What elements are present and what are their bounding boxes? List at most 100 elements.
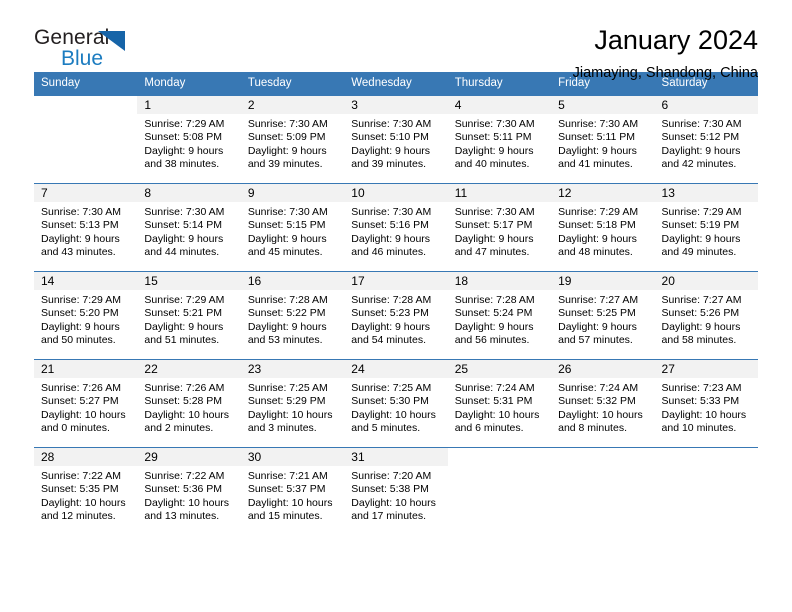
daylight-duration-line2: and 44 minutes. — [144, 246, 220, 259]
calendar-day-cell[interactable]: 17 Sunrise: 7:28 AM Sunset: 5:23 PM Dayligh… — [344, 271, 448, 359]
calendar-day-cell[interactable]: 27 Sunrise: 7:23 AM Sunset: 5:33 PM Dayligh… — [654, 359, 758, 447]
calendar-day-cell[interactable]: 12 Sunrise: 7:29 AM Sunset: 5:18 PM Dayligh… — [551, 183, 655, 271]
day-details: Sunrise: 7:30 AM Sunset: 5:11 PM Daylight:… — [448, 114, 551, 172]
calendar-day-cell[interactable]: 15 Sunrise: 7:29 AM Sunset: 5:21 PM Dayligh… — [137, 271, 241, 359]
day-details: Sunrise: 7:24 AM Sunset: 5:31 PM Daylight:… — [448, 378, 551, 436]
day-details: Sunrise: 7:21 AM Sunset: 5:37 PM Daylight:… — [241, 466, 344, 524]
daylight-duration-line1: Daylight: 9 hours — [454, 232, 534, 245]
calendar-day-cell[interactable]: 8 Sunrise: 7:30 AM Sunset: 5:14 PM Daylight… — [137, 183, 241, 271]
day-number: 19 — [551, 272, 655, 290]
daylight-duration-line2: and 43 minutes. — [41, 246, 116, 259]
calendar-day-cell[interactable]: 2 Sunrise: 7:30 AM Sunset: 5:09 PM Daylight… — [240, 95, 345, 183]
sunrise-time: Sunrise: 7:29 AM — [558, 206, 639, 218]
day-number: 25 — [447, 360, 552, 378]
calendar-day-cell[interactable]: 22 Sunrise: 7:26 AM Sunset: 5:28 PM Dayligh… — [137, 359, 241, 447]
daylight-duration-line2: and 56 minutes. — [454, 334, 530, 347]
calendar-day-cell[interactable]: 6 Sunrise: 7:30 AM Sunset: 5:12 PM Daylight… — [654, 95, 758, 183]
sunset-time: Sunset: 5:13 PM — [41, 219, 119, 232]
calendar-day-cell[interactable]: 5 Sunrise: 7:30 AM Sunset: 5:11 PM Daylight… — [551, 95, 655, 183]
sunset-time: Sunset: 5:37 PM — [247, 483, 326, 496]
sunset-time: Sunset: 5:35 PM — [41, 483, 119, 496]
daylight-duration-line2: and 15 minutes. — [247, 510, 323, 523]
daylight-duration-line1: Daylight: 10 hours — [351, 496, 436, 509]
calendar-day-cell[interactable]: 9 Sunrise: 7:30 AM Sunset: 5:15 PM Daylight… — [240, 183, 345, 271]
daylight-duration-line1: Daylight: 9 hours — [661, 144, 741, 157]
sunrise-time: Sunrise: 7:29 AM — [144, 294, 225, 306]
day-number: 18 — [447, 272, 552, 290]
daylight-duration-line2: and 50 minutes. — [41, 334, 116, 347]
calendar-cell: 6 Sunrise: 7:30 AM Sunset: 5:12 PM Daylight… — [654, 95, 758, 183]
calendar-cell: 10 Sunrise: 7:30 AM Sunset: 5:16 PM Dayligh… — [344, 183, 448, 271]
calendar-day-cell[interactable]: 24 Sunrise: 7:25 AM Sunset: 5:30 PM Dayligh… — [344, 359, 448, 447]
calendar-cell: 9 Sunrise: 7:30 AM Sunset: 5:15 PM Daylight… — [240, 183, 345, 271]
day-details: Sunrise: 7:30 AM Sunset: 5:15 PM Daylight:… — [241, 202, 344, 260]
day-details: Sunrise: 7:28 AM Sunset: 5:23 PM Daylight:… — [344, 290, 447, 348]
calendar-day-cell[interactable]: 16 Sunrise: 7:28 AM Sunset: 5:22 PM Dayligh… — [240, 271, 345, 359]
daylight-duration-line2: and 53 minutes. — [247, 334, 323, 347]
daylight-duration-line1: Daylight: 10 hours — [351, 408, 436, 421]
day-number — [34, 96, 137, 114]
day-details: Sunrise: 7:30 AM Sunset: 5:10 PM Daylight:… — [344, 114, 447, 172]
sunrise-time: Sunrise: 7:30 AM — [558, 118, 639, 130]
calendar-day-cell[interactable]: 7 Sunrise: 7:30 AM Sunset: 5:13 PM Daylight… — [34, 183, 138, 271]
sunset-time: Sunset: 5:31 PM — [454, 395, 533, 408]
calendar-cell-empty — [551, 447, 655, 535]
sunset-time: Sunset: 5:18 PM — [558, 219, 636, 232]
daylight-duration-line1: Daylight: 9 hours — [351, 320, 431, 333]
calendar-day-cell[interactable]: 29 Sunrise: 7:22 AM Sunset: 5:36 PM Dayligh… — [137, 447, 241, 535]
day-number: 5 — [551, 96, 655, 114]
sunrise-time: Sunrise: 7:24 AM — [454, 382, 535, 394]
calendar-day-cell[interactable]: 19 Sunrise: 7:27 AM Sunset: 5:25 PM Dayligh… — [551, 271, 655, 359]
sunset-time: Sunset: 5:33 PM — [661, 395, 740, 408]
calendar-day-cell[interactable]: 18 Sunrise: 7:28 AM Sunset: 5:24 PM Dayligh… — [447, 271, 552, 359]
calendar-day-cell[interactable]: 23 Sunrise: 7:25 AM Sunset: 5:29 PM Dayligh… — [240, 359, 345, 447]
day-number: 10 — [344, 184, 448, 202]
calendar-day-cell[interactable]: 13 Sunrise: 7:29 AM Sunset: 5:19 PM Dayligh… — [654, 183, 758, 271]
sunrise-time: Sunrise: 7:20 AM — [351, 470, 432, 482]
sunset-time: Sunset: 5:30 PM — [351, 395, 429, 408]
sunrise-time: Sunrise: 7:30 AM — [247, 206, 328, 218]
day-number: 16 — [240, 272, 345, 290]
calendar-day-cell[interactable]: 10 Sunrise: 7:30 AM Sunset: 5:16 PM Dayligh… — [344, 183, 448, 271]
day-number: 11 — [447, 184, 552, 202]
calendar-day-cell[interactable]: 3 Sunrise: 7:30 AM Sunset: 5:10 PM Daylight… — [344, 95, 448, 183]
calendar-day-cell[interactable]: 11 Sunrise: 7:30 AM Sunset: 5:17 PM Dayligh… — [447, 183, 552, 271]
sunset-time: Sunset: 5:28 PM — [144, 395, 223, 408]
sunset-time: Sunset: 5:22 PM — [247, 307, 326, 320]
calendar-day-cell[interactable]: 20 Sunrise: 7:27 AM Sunset: 5:26 PM Dayligh… — [654, 271, 758, 359]
calendar-day-cell[interactable]: 4 Sunrise: 7:30 AM Sunset: 5:11 PM Daylight… — [447, 95, 552, 183]
sunset-time: Sunset: 5:29 PM — [247, 395, 326, 408]
calendar-day-cell[interactable]: 30 Sunrise: 7:21 AM Sunset: 5:37 PM Dayligh… — [240, 447, 345, 535]
calendar-cell: 8 Sunrise: 7:30 AM Sunset: 5:14 PM Daylight… — [137, 183, 241, 271]
sunset-time: Sunset: 5:12 PM — [661, 131, 740, 144]
calendar-day-cell[interactable]: 26 Sunrise: 7:24 AM Sunset: 5:32 PM Dayligh… — [551, 359, 655, 447]
general-blue-logo: General Blue — [34, 26, 164, 74]
sunrise-time: Sunrise: 7:25 AM — [351, 382, 432, 394]
daylight-duration-line1: Daylight: 10 hours — [144, 408, 230, 421]
day-details: Sunrise: 7:27 AM Sunset: 5:25 PM Daylight:… — [551, 290, 654, 348]
daylight-duration-line2: and 2 minutes. — [144, 422, 214, 435]
day-number: 21 — [34, 360, 138, 378]
calendar-day-cell[interactable]: 1 Sunrise: 7:29 AM Sunset: 5:08 PM Daylight… — [137, 95, 241, 183]
calendar-day-cell[interactable]: 28 Sunrise: 7:22 AM Sunset: 5:35 PM Dayligh… — [34, 447, 138, 535]
calendar-cell: 20 Sunrise: 7:27 AM Sunset: 5:26 PM Dayligh… — [654, 271, 758, 359]
calendar-cell-empty — [654, 447, 758, 535]
calendar-day-cell[interactable]: 21 Sunrise: 7:26 AM Sunset: 5:27 PM Dayligh… — [34, 359, 138, 447]
day-details: Sunrise: 7:30 AM Sunset: 5:17 PM Daylight:… — [448, 202, 551, 260]
calendar-day-cell[interactable]: 31 Sunrise: 7:20 AM Sunset: 5:38 PM Dayligh… — [344, 447, 448, 535]
calendar-week-row: 14 Sunrise: 7:29 AM Sunset: 5:20 PM Dayligh… — [34, 271, 758, 359]
calendar-page: General Blue January 2024 Jiamaying, Sha… — [0, 0, 792, 612]
daylight-duration-line1: Daylight: 9 hours — [351, 144, 431, 157]
calendar-cell — [654, 447, 758, 535]
daylight-duration-line1: Daylight: 9 hours — [558, 320, 637, 333]
calendar-day-cell[interactable]: 25 Sunrise: 7:24 AM Sunset: 5:31 PM Dayligh… — [447, 359, 552, 447]
sunrise-time: Sunrise: 7:30 AM — [41, 206, 121, 218]
calendar-cell: 12 Sunrise: 7:29 AM Sunset: 5:18 PM Dayligh… — [551, 183, 655, 271]
calendar-day-cell[interactable]: 14 Sunrise: 7:29 AM Sunset: 5:20 PM Dayligh… — [34, 271, 138, 359]
daylight-duration-line2: and 6 minutes. — [454, 422, 524, 435]
daylight-duration-line2: and 39 minutes. — [351, 158, 426, 171]
day-details: Sunrise: 7:23 AM Sunset: 5:33 PM Daylight:… — [655, 378, 758, 436]
day-number: 15 — [137, 272, 241, 290]
day-number — [448, 448, 551, 466]
day-number — [551, 448, 654, 466]
